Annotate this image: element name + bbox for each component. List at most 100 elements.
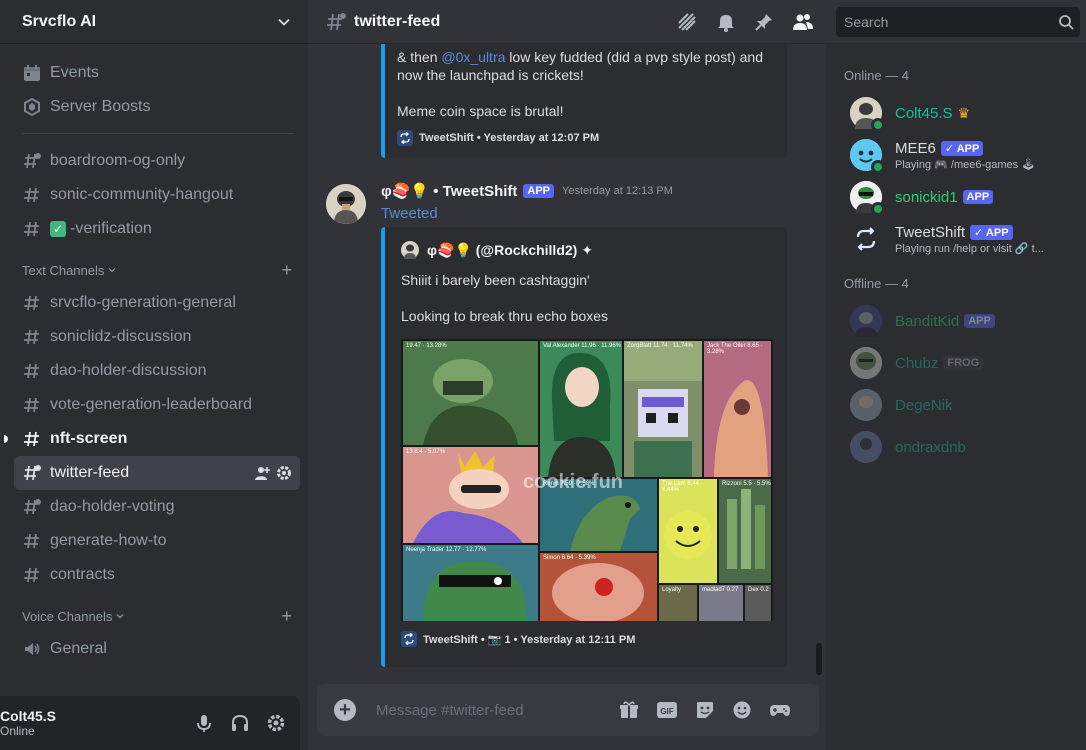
image-tile: Dex 0.2 xyxy=(745,585,771,621)
category-voice-channels[interactable]: Voice Channels + xyxy=(14,604,300,628)
avatar xyxy=(850,389,882,421)
image-tile: 13 8.4 · 5.07% xyxy=(403,447,538,543)
channel-contracts[interactable]: contracts xyxy=(14,558,300,592)
message-input-placeholder[interactable]: Message #twitter-feed xyxy=(376,702,524,719)
embed-text-line: & then @0x_ultra low key fudded (did a p… xyxy=(397,49,763,65)
pin-icon[interactable] xyxy=(754,12,774,32)
embed-image[interactable]: 19.47 · 13.28% Val Alexander 11.96 · 11.… xyxy=(401,339,773,621)
user-info[interactable]: Colt45.S Online xyxy=(0,708,56,738)
embed-footer: TweetShift • 📷 1 • Yesterday at 12:11 PM xyxy=(401,631,635,647)
online-status-dot xyxy=(871,118,885,132)
username: Colt45.S xyxy=(0,708,57,724)
message-composer[interactable]: + Message #twitter-feed GIF xyxy=(317,684,819,736)
member-item[interactable]: Chubz FROG xyxy=(826,342,1086,384)
online-status-dot xyxy=(871,160,885,174)
hash-icon xyxy=(22,531,42,551)
channel-nft-screen[interactable]: nft-screen xyxy=(4,422,300,456)
member-item[interactable]: sonickid1 APP xyxy=(826,176,1086,218)
member-name: BanditKid xyxy=(895,312,960,330)
sticker-icon[interactable] xyxy=(695,700,715,720)
private-hash-icon xyxy=(22,497,42,517)
search-input[interactable]: Search xyxy=(836,7,1080,37)
category-text-channels[interactable]: Text Channels + xyxy=(14,258,300,282)
channel-twitter-feed[interactable]: twitter-feed xyxy=(14,456,300,490)
chevron-down-icon xyxy=(278,18,290,26)
channel-verification[interactable]: ✓ -verification xyxy=(14,212,300,246)
channel-srvcflo-generation-general[interactable]: srvcflo-generation-general xyxy=(14,286,300,320)
embed-text-line: Meme coin space is brutal! xyxy=(397,103,564,119)
channel-boardroom-og-only[interactable]: boardroom-og-only xyxy=(14,144,300,178)
member-item[interactable]: ondraxdnb xyxy=(826,426,1086,468)
role-tag: FROG xyxy=(943,356,984,370)
member-item[interactable]: MEE6 ✓ APP Playing 🎮 /mee6-games 🕹 xyxy=(826,134,1086,176)
avatar xyxy=(850,347,882,379)
invite-icon[interactable] xyxy=(254,465,270,481)
channel-label: nft-screen xyxy=(50,430,128,447)
sidebar-item-label: Events xyxy=(50,64,99,81)
unread-indicator xyxy=(4,435,8,443)
message-author[interactable]: φ🍣💡 • TweetShift xyxy=(381,182,517,200)
threads-icon[interactable] xyxy=(676,11,698,33)
member-name: DegeNik xyxy=(895,396,953,414)
voice-channel-general[interactable]: General xyxy=(14,632,300,666)
check-emoji-icon: ✓ xyxy=(50,221,66,237)
channel-generate-how-to[interactable]: generate-how-to xyxy=(14,524,300,558)
avatar xyxy=(850,139,885,174)
channel-vote-generation-leaderboard[interactable]: vote-generation-leaderboard xyxy=(14,388,300,422)
tweeted-link[interactable]: Tweeted xyxy=(381,205,438,222)
embed-author[interactable]: φ🍣💡 (@Rockchilld2) ✦ xyxy=(401,241,593,259)
channel-label: soniclidz-discussion xyxy=(50,328,192,345)
channel-sonic-community-hangout[interactable]: sonic-community-hangout xyxy=(14,178,300,212)
sidebar-item-server-boosts[interactable]: Server Boosts xyxy=(14,90,300,124)
channel-label: vote-generation-leaderboard xyxy=(50,396,252,413)
bell-icon[interactable] xyxy=(716,12,736,32)
member-name: TweetShift xyxy=(895,223,966,241)
avatar xyxy=(850,223,882,255)
search-placeholder: Search xyxy=(844,14,889,30)
embed-text-line: Looking to break thru echo boxes xyxy=(401,308,609,324)
tweetshift-icon xyxy=(401,631,417,647)
image-tile: Jack The Oiler 8.65 · 3.28% xyxy=(704,341,771,477)
gift-icon[interactable] xyxy=(619,700,639,720)
image-tile: Loyalty xyxy=(659,585,697,621)
member-list-icon[interactable] xyxy=(792,11,814,33)
channel-soniclidz-discussion[interactable]: soniclidz-discussion xyxy=(14,320,300,354)
offline-section-header: Offline — 4 xyxy=(844,276,909,291)
app-badge: APP xyxy=(964,314,995,328)
headphones-icon[interactable] xyxy=(230,713,250,733)
member-item[interactable]: DegeNik xyxy=(826,384,1086,426)
emoji-icon[interactable] xyxy=(732,700,752,720)
add-channel-icon[interactable]: + xyxy=(281,607,292,625)
member-name: MEE6 xyxy=(895,139,936,157)
add-channel-icon[interactable]: + xyxy=(281,261,292,279)
settings-gear-icon[interactable] xyxy=(266,713,286,733)
sidebar-divider xyxy=(22,133,293,134)
user-mention[interactable]: @0x_ultra xyxy=(441,49,505,65)
gear-icon[interactable] xyxy=(276,465,292,481)
hash-icon xyxy=(22,219,42,239)
hash-icon xyxy=(22,361,42,381)
watermark: cookie.fun xyxy=(523,471,624,493)
hash-icon xyxy=(22,327,42,347)
embed-text-line: Shiiit i barely been cashtaggin' xyxy=(401,272,590,288)
activities-controller-icon[interactable] xyxy=(769,700,791,720)
microphone-icon[interactable] xyxy=(194,713,214,733)
channel-header: twitter-feed Search xyxy=(308,0,1086,44)
embed-author-avatar xyxy=(401,241,419,259)
add-attachment-button[interactable]: + xyxy=(334,699,356,721)
sidebar-item-events[interactable]: Events xyxy=(14,56,300,90)
server-header[interactable]: Srvcflo AI xyxy=(0,0,308,44)
member-item[interactable]: Colt45.S ♛ xyxy=(826,92,1086,134)
scrollbar-thumb[interactable] xyxy=(816,643,822,675)
embed-text-line: now the launchpad is crickets! xyxy=(397,67,584,83)
member-item[interactable]: TweetShift ✓ APP Playing run /help or vi… xyxy=(826,218,1086,260)
member-item[interactable]: BanditKid APP xyxy=(826,300,1086,342)
avatar[interactable] xyxy=(326,184,366,224)
channel-dao-holder-voting[interactable]: dao-holder-voting xyxy=(14,490,300,524)
hash-icon xyxy=(22,293,42,313)
channel-dao-holder-discussion[interactable]: dao-holder-discussion xyxy=(14,354,300,388)
avatar xyxy=(850,181,885,216)
private-hash-icon xyxy=(327,12,346,30)
gif-icon[interactable]: GIF xyxy=(656,700,678,720)
server-name: Srvcflo AI xyxy=(22,12,97,30)
